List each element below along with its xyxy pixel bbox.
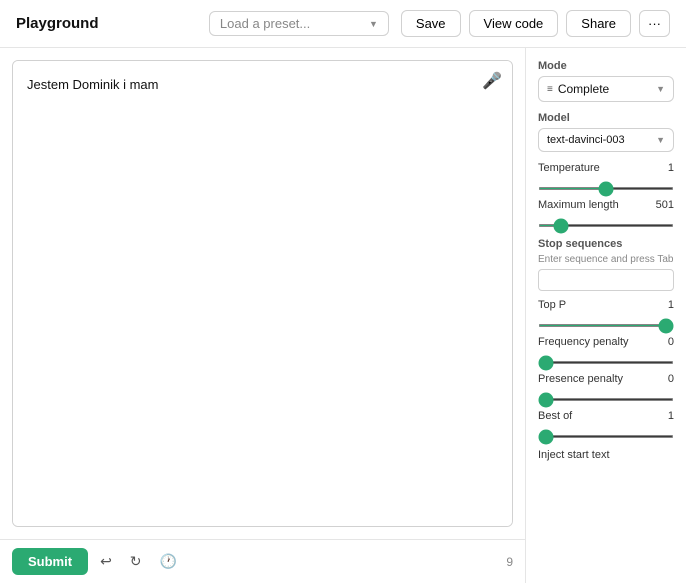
mode-icon: ≡ [547, 84, 553, 95]
presence-penalty-slider-container [538, 389, 674, 404]
view-code-button[interactable]: View code [469, 10, 559, 37]
submit-button[interactable]: Submit [12, 548, 88, 575]
char-counter: 9 [506, 555, 513, 569]
top-p-label: Top P [538, 299, 566, 311]
mode-label: Mode [538, 60, 674, 72]
top-p-row: Top P 1 [538, 299, 674, 311]
undo-button[interactable]: ↩ [94, 549, 118, 574]
sidebar: Mode ≡ Complete ▼ Model text-davinci-003… [526, 48, 686, 583]
stop-sequences-input[interactable] [538, 269, 674, 291]
preset-placeholder: Load a preset... [220, 16, 310, 31]
top-p-slider[interactable] [538, 324, 674, 327]
model-dropdown[interactable]: text-davinci-003 ▼ [538, 128, 674, 152]
editor-wrapper: Jestem Dominik i mam 🎤 [12, 60, 513, 527]
presence-penalty-value: 0 [668, 373, 674, 385]
history-icon: 🕐 [160, 553, 177, 569]
preset-select[interactable]: Load a preset... ▼ [209, 11, 389, 36]
redo-icon: ↻ [130, 553, 142, 569]
save-button[interactable]: Save [401, 10, 461, 37]
best-of-slider[interactable] [538, 435, 674, 438]
chevron-down-icon: ▼ [369, 19, 378, 29]
mode-dropdown-left: ≡ Complete [547, 82, 609, 96]
temperature-label: Temperature [538, 162, 600, 174]
max-length-value: 501 [656, 199, 674, 211]
max-length-label: Maximum length [538, 199, 619, 211]
best-of-slider-container [538, 426, 674, 441]
max-length-row: Maximum length 501 [538, 199, 674, 211]
microphone-icon[interactable]: 🎤 [482, 71, 502, 91]
temperature-value: 1 [668, 162, 674, 174]
freq-penalty-label: Frequency penalty [538, 336, 629, 348]
temperature-slider[interactable] [538, 187, 674, 190]
freq-penalty-slider-container [538, 352, 674, 367]
best-of-label: Best of [538, 410, 572, 422]
main-layout: Jestem Dominik i mam 🎤 Submit ↩ ↻ 🕐 9 Mo… [0, 48, 686, 583]
max-length-slider-container [538, 215, 674, 230]
editor-footer: Submit ↩ ↻ 🕐 9 [0, 539, 525, 583]
header-buttons: Save View code Share ··· [401, 10, 670, 37]
chevron-down-icon: ▼ [656, 135, 665, 145]
stop-sequences-label: Stop sequences [538, 238, 674, 250]
mode-dropdown[interactable]: ≡ Complete ▼ [538, 76, 674, 102]
editor-area: Jestem Dominik i mam 🎤 Submit ↩ ↻ 🕐 9 [0, 48, 526, 583]
presence-penalty-label: Presence penalty [538, 373, 623, 385]
editor-input[interactable]: Jestem Dominik i mam [13, 61, 512, 526]
redo-button[interactable]: ↻ [124, 549, 148, 574]
inject-start-label: Inject start text [538, 449, 674, 461]
chevron-down-icon: ▼ [656, 84, 665, 94]
stop-sequences-hint: Enter sequence and press Tab [538, 254, 674, 265]
best-of-row: Best of 1 [538, 410, 674, 422]
top-p-slider-container [538, 315, 674, 330]
temperature-slider-container [538, 178, 674, 193]
model-value: text-davinci-003 [547, 134, 625, 146]
history-button[interactable]: 🕐 [154, 549, 183, 574]
freq-penalty-row: Frequency penalty 0 [538, 336, 674, 348]
freq-penalty-slider[interactable] [538, 361, 674, 364]
top-p-value: 1 [668, 299, 674, 311]
page-title: Playground [16, 15, 99, 32]
presence-penalty-row: Presence penalty 0 [538, 373, 674, 385]
share-button[interactable]: Share [566, 10, 631, 37]
max-length-slider[interactable] [538, 224, 674, 227]
freq-penalty-value: 0 [668, 336, 674, 348]
best-of-value: 1 [668, 410, 674, 422]
mode-value: Complete [558, 82, 609, 96]
temperature-row: Temperature 1 [538, 162, 674, 174]
presence-penalty-slider[interactable] [538, 398, 674, 401]
header: Playground Load a preset... ▼ Save View … [0, 0, 686, 48]
model-label: Model [538, 112, 674, 124]
more-button[interactable]: ··· [639, 10, 670, 37]
undo-icon: ↩ [100, 553, 112, 569]
